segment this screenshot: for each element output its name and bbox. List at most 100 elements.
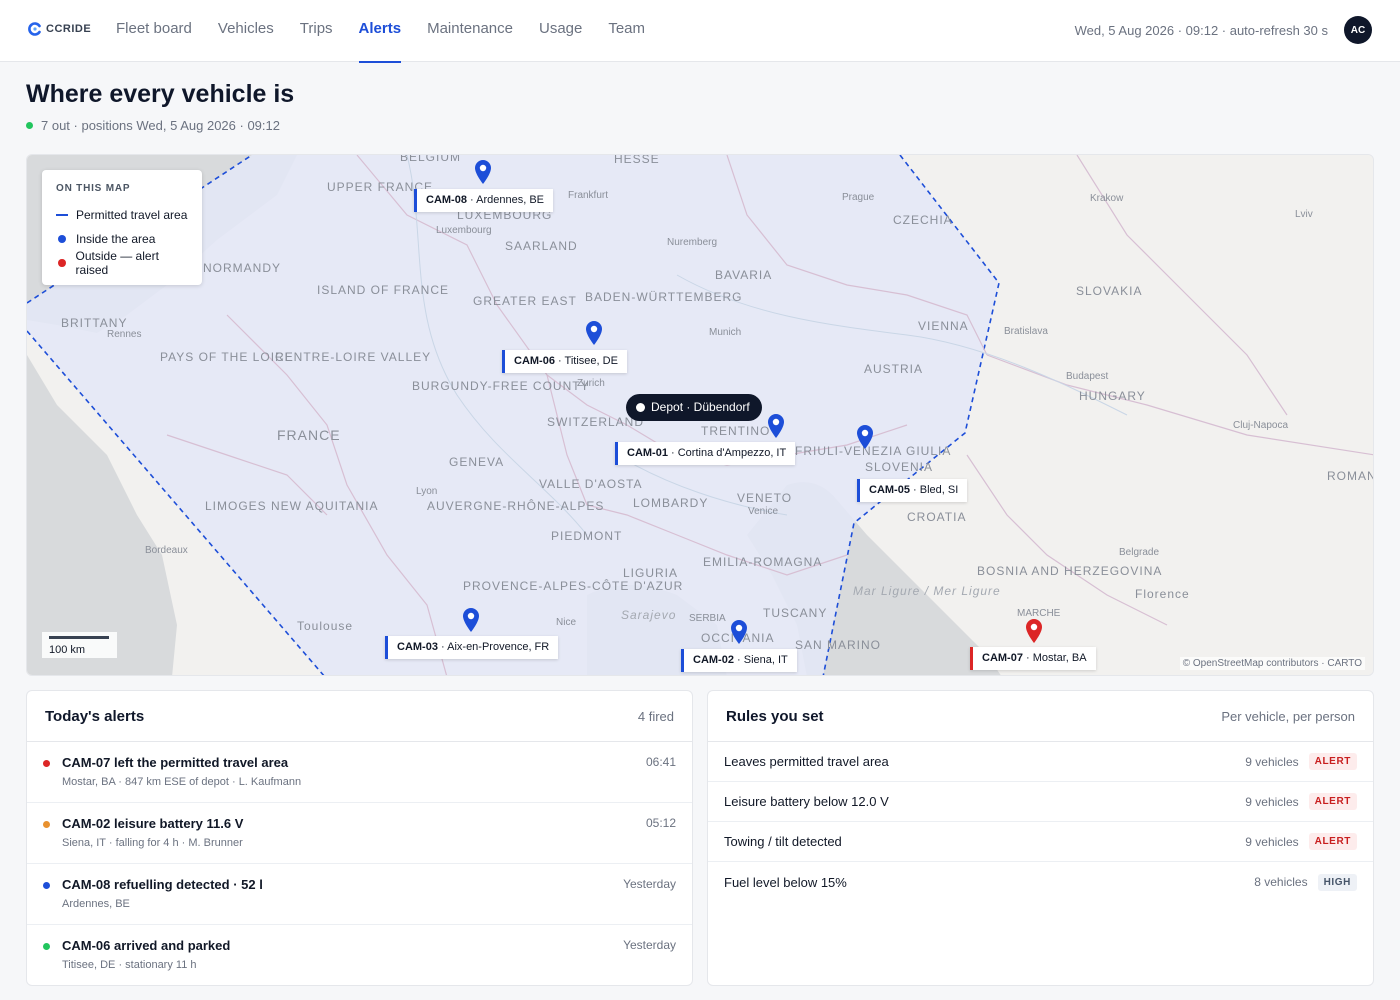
- alerts-panel: Today's alerts 4 fired CAM-07 left the p…: [26, 690, 693, 986]
- place-croatia: CROATIA: [907, 510, 966, 524]
- depot-marker[interactable]: Depot · Dübendorf: [626, 394, 762, 421]
- place-belgrade: Belgrade: [1119, 547, 1159, 558]
- alerts-panel-header: Today's alerts 4 fired: [27, 691, 692, 742]
- rule-row[interactable]: Fuel level below 15% 8 vehicles HIGH: [708, 862, 1373, 902]
- place-piedmont: PIEDMONT: [551, 529, 622, 543]
- place-san-marino: TUSCANY: [763, 606, 827, 620]
- vehicle-label-cam-05[interactable]: CAM-05 · Bled, SI: [857, 479, 968, 502]
- vehicle-label-cam-08[interactable]: CAM-08 · Ardennes, BE: [414, 189, 553, 212]
- alert-item[interactable]: CAM-07 left the permitted travel area Mo…: [27, 742, 692, 803]
- place-island-of-france: ISLAND OF FRANCE: [317, 283, 449, 297]
- logo-text: CCRIDE: [46, 23, 92, 35]
- rule-row[interactable]: Leaves permitted travel area 9 vehicles …: [708, 742, 1373, 782]
- map-pin-icon[interactable]: [766, 413, 786, 439]
- place-munich: Munich: [709, 327, 741, 338]
- place-greater-east: GREATER EAST: [473, 294, 577, 308]
- alert-item[interactable]: CAM-02 leisure battery 11.6 V Siena, IT …: [27, 803, 692, 864]
- depot-dot-icon: [636, 403, 645, 412]
- map-scale: 100 km: [42, 632, 117, 658]
- place-lyon: Lyon: [416, 486, 437, 497]
- blue-status-dot: [43, 882, 50, 889]
- place-zurich: Zurich: [577, 378, 605, 389]
- map-pin-alert-icon[interactable]: [1024, 618, 1044, 644]
- live-status-dot: [26, 122, 33, 129]
- place-saarland: SAARLAND: [505, 239, 578, 253]
- sea-adriatic: Mar Ligure / Mer Ligure: [853, 584, 1001, 598]
- sea-ligurian: Sarajevo: [621, 608, 676, 622]
- legend-inside: Inside the area: [56, 227, 188, 251]
- main-nav: Fleet board Vehicles Trips Alerts Mainte…: [116, 0, 645, 63]
- place-budapest: Budapest: [1066, 371, 1108, 382]
- nav-alerts[interactable]: Alerts: [358, 0, 401, 63]
- place-serbia: Florence: [1135, 587, 1190, 601]
- place-romania: ROMANIA: [1327, 469, 1374, 483]
- legend-title: ON THIS MAP: [56, 183, 131, 194]
- page-title: Where every vehicle is: [26, 80, 295, 108]
- place-vienna: VIENNA: [918, 319, 969, 333]
- map-pin-icon[interactable]: [729, 619, 749, 645]
- nav-usage[interactable]: Usage: [539, 0, 582, 62]
- rules-panel: Rules you set Per vehicle, per person Le…: [707, 690, 1374, 986]
- orange-status-dot: [43, 821, 50, 828]
- place-austria: AUSTRIA: [864, 362, 923, 376]
- place-centre-loire: CENTRE-LOIRE VALLEY: [275, 350, 431, 364]
- user-avatar[interactable]: AC: [1344, 16, 1372, 44]
- place-bosnia: BOSNIA AND HERZEGOVINA: [977, 564, 1162, 578]
- place-florence: SERBIA: [689, 613, 726, 624]
- map-pin-icon[interactable]: [473, 159, 493, 185]
- place-emilia-romagna: EMILIA-ROMAGNA: [703, 555, 822, 569]
- nav-trips[interactable]: Trips: [300, 0, 333, 62]
- rule-row[interactable]: Leisure battery below 12.0 V 9 vehicles …: [708, 782, 1373, 822]
- place-krakow: Krakow: [1090, 193, 1124, 204]
- severity-badge: ALERT: [1308, 793, 1357, 810]
- app-logo[interactable]: CCRIDE: [28, 22, 91, 36]
- place-liguria: LIGURIA: [623, 566, 678, 580]
- nav-maintenance[interactable]: Maintenance: [427, 0, 513, 62]
- rule-row[interactable]: Towing / tilt detected 9 vehicles ALERT: [708, 822, 1373, 862]
- place-new-aquitania: LIMOGES NEW AQUITANIA: [205, 499, 378, 513]
- place-normandy: NORMANDY: [203, 261, 281, 275]
- place-veneto: VENETO: [737, 491, 792, 505]
- place-marche: SAN MARINO: [795, 638, 881, 652]
- severity-badge: HIGH: [1317, 873, 1357, 891]
- dashed-line-icon: [56, 214, 68, 216]
- vehicle-label-cam-01[interactable]: CAM-01 · Cortina d'Ampezzo, IT: [615, 442, 796, 465]
- vehicle-label-cam-03[interactable]: CAM-03 · Aix-en-Provence, FR: [385, 636, 559, 659]
- green-status-dot: [43, 943, 50, 950]
- top-bar: CCRIDE Fleet board Vehicles Trips Alerts…: [0, 0, 1400, 63]
- nav-team[interactable]: Team: [608, 0, 645, 62]
- vehicle-label-cam-02[interactable]: CAM-02 · Siena, IT: [681, 649, 797, 672]
- map-pin-icon[interactable]: [584, 320, 604, 346]
- fleet-map[interactable]: BELGIUM HESSE UPPER FRANCE LUXEMBOURG SA…: [26, 154, 1374, 676]
- place-venice: Venice: [748, 506, 778, 517]
- place-luxembourg-city: Luxembourg: [436, 225, 492, 236]
- place-frankfurt: Frankfurt: [568, 190, 608, 201]
- vehicle-label-cam-07[interactable]: CAM-07 · Mostar, BA: [970, 647, 1096, 670]
- blue-dot-icon: [58, 235, 66, 243]
- place-pays-de-la-loire: PAYS OF THE LOIRE: [160, 350, 294, 364]
- rules-panel-header: Rules you set Per vehicle, per person: [708, 691, 1373, 742]
- red-status-dot: [43, 760, 50, 767]
- place-bordeaux: Bordeaux: [145, 545, 188, 556]
- vehicle-label-cam-06[interactable]: CAM-06 · Titisee, DE: [502, 350, 627, 373]
- alert-item[interactable]: CAM-06 arrived and parked Titisee, DE · …: [27, 925, 692, 985]
- nav-vehicles[interactable]: Vehicles: [218, 0, 274, 62]
- page-subtitle: 7 out · positions Wed, 5 Aug 2026 · 09:1…: [26, 118, 280, 133]
- map-pin-icon[interactable]: [461, 607, 481, 633]
- legend-outside: Outside — alert raised: [56, 249, 188, 277]
- alert-item[interactable]: CAM-08 refuelling detected · 52 l Ardenn…: [27, 864, 692, 925]
- refresh-status: Wed, 5 Aug 2026 · 09:12 · auto-refresh 3…: [1074, 22, 1328, 38]
- nav-fleet-board[interactable]: Fleet board: [116, 0, 192, 62]
- map-pin-icon[interactable]: [855, 424, 875, 450]
- alerts-count: 4 fired: [637, 708, 674, 724]
- place-bratislava: Bratislava: [1004, 326, 1048, 337]
- place-hungary: HUNGARY: [1079, 389, 1146, 403]
- place-slovenia: SLOVENIA: [865, 460, 933, 474]
- place-prague: Prague: [842, 192, 875, 203]
- legend-area: Permitted travel area: [56, 203, 188, 227]
- place-occitania: Toulouse: [297, 619, 353, 633]
- logo-icon: [28, 22, 41, 36]
- place-belgium: BELGIUM: [400, 155, 461, 164]
- place-nice: Nice: [556, 617, 576, 628]
- map-attribution[interactable]: © OpenStreetMap contributors · CARTO: [1179, 657, 1365, 670]
